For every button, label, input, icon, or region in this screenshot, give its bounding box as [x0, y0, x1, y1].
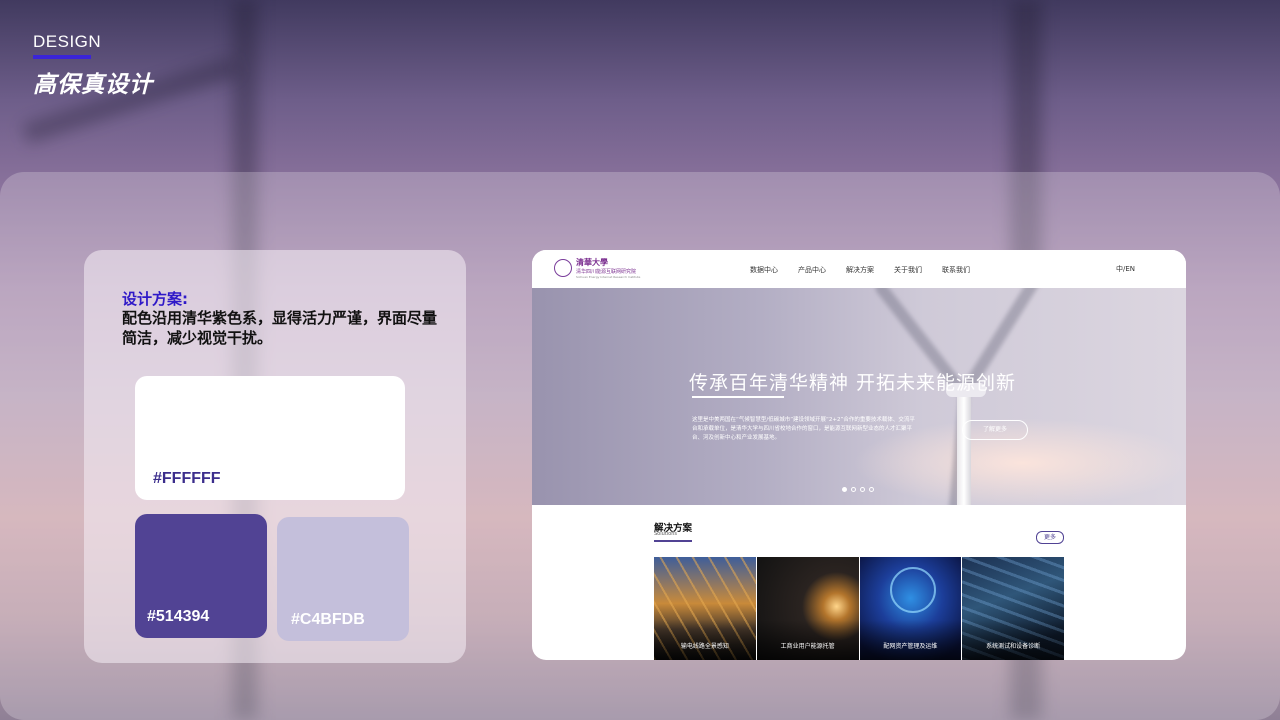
- tile-shade: [859, 620, 962, 660]
- tile-shade: [654, 620, 756, 660]
- learn-more-button[interactable]: 了解更多: [962, 420, 1028, 440]
- solutions-grid: 输电线路全景感知 工商业用户能源托管 配网资产管理及运维 系统测试和设备诊断: [654, 557, 1064, 660]
- more-button[interactable]: 更多: [1036, 531, 1064, 544]
- nav-item-products[interactable]: 产品中心: [798, 265, 826, 275]
- mockup-navbar: 清華大學 清华四川能源互联网研究院 Sichuan Energy Interne…: [532, 250, 1186, 288]
- carousel-dot[interactable]: [842, 487, 847, 492]
- nav-item-data-center[interactable]: 数据中心: [750, 265, 778, 275]
- carousel-dot[interactable]: [851, 487, 856, 492]
- language-switch[interactable]: 中/EN: [1116, 264, 1135, 274]
- design-label: DESIGN: [33, 32, 102, 51]
- solutions-underline: [654, 540, 692, 542]
- solution-tile-energy-hosting[interactable]: 工商业用户能源托管: [756, 557, 859, 660]
- hero-banner: 传承百年清华精神 开拓未来能源创新 这里是中美两国在“气候智慧型/低碳城市”建设…: [532, 288, 1186, 505]
- swatch-label: #C4BFDB: [291, 611, 365, 628]
- nav-item-about[interactable]: 关于我们: [894, 265, 922, 275]
- carousel-dot[interactable]: [860, 487, 865, 492]
- swatch-label: #514394: [147, 608, 210, 625]
- hero-description: 这里是中美两国在“气候智慧型/低碳城市”建设领域开展“2+2”合作的重要技术载体…: [692, 417, 915, 441]
- solutions-subtitle: Solutions: [654, 531, 677, 537]
- solution-tile-system-testing[interactable]: 系统测试和设备诊断: [962, 557, 1064, 660]
- logo-subtitle: 清华四川能源互联网研究院: [576, 269, 637, 275]
- swatch-label: #FFFFFF: [153, 470, 221, 487]
- page-header: DESIGN 高保真设计: [33, 32, 153, 99]
- hero-title: 传承百年清华精神 开拓未来能源创新: [689, 372, 1017, 394]
- tile-label: 输电线路全景感知: [680, 643, 729, 650]
- color-swatch-lilac: #C4BFDB: [277, 517, 409, 641]
- wind-turbine-tower: [957, 383, 971, 505]
- design-spec-card: 设计方案: 配色沿用清华紫色系，显得活力严谨，界面尽量简洁，减少视觉干扰。 #F…: [84, 250, 466, 663]
- logo-subtitle-en: Sichuan Energy Internet Research Institu…: [576, 275, 641, 279]
- tile-label: 配网资产管理及运维: [883, 643, 938, 650]
- design-accent-bar: [33, 55, 91, 59]
- tile-label: 工商业用户能源托管: [780, 643, 835, 650]
- hero-underline: [692, 396, 784, 398]
- spec-description: 配色沿用清华紫色系，显得活力严谨，界面尽量简洁，减少视觉干扰。: [122, 309, 438, 347]
- color-swatch-purple: #514394: [135, 514, 267, 638]
- tile-label: 系统测试和设备诊断: [986, 643, 1041, 650]
- color-swatch-white: #FFFFFF: [135, 376, 405, 500]
- solution-tile-transmission[interactable]: 输电线路全景感知: [654, 557, 756, 660]
- nav-item-contact[interactable]: 联系我们: [942, 265, 970, 275]
- tsinghua-seal-icon[interactable]: [554, 259, 572, 277]
- nav-item-solutions[interactable]: 解决方案: [846, 265, 874, 275]
- tile-shade: [962, 620, 1064, 660]
- solution-tile-asset-management[interactable]: 配网资产管理及运维: [859, 557, 962, 660]
- carousel-dots: [842, 487, 874, 492]
- spec-heading: 设计方案:: [122, 290, 188, 308]
- website-mockup: 清華大學 清华四川能源互联网研究院 Sichuan Energy Interne…: [532, 250, 1186, 660]
- logo-text[interactable]: 清華大學: [576, 257, 608, 268]
- carousel-dot[interactable]: [869, 487, 874, 492]
- page-title: 高保真设计: [33, 72, 153, 98]
- nav-menu: 数据中心 产品中心 解决方案 关于我们 联系我们: [750, 265, 990, 275]
- tile-shade: [756, 620, 859, 660]
